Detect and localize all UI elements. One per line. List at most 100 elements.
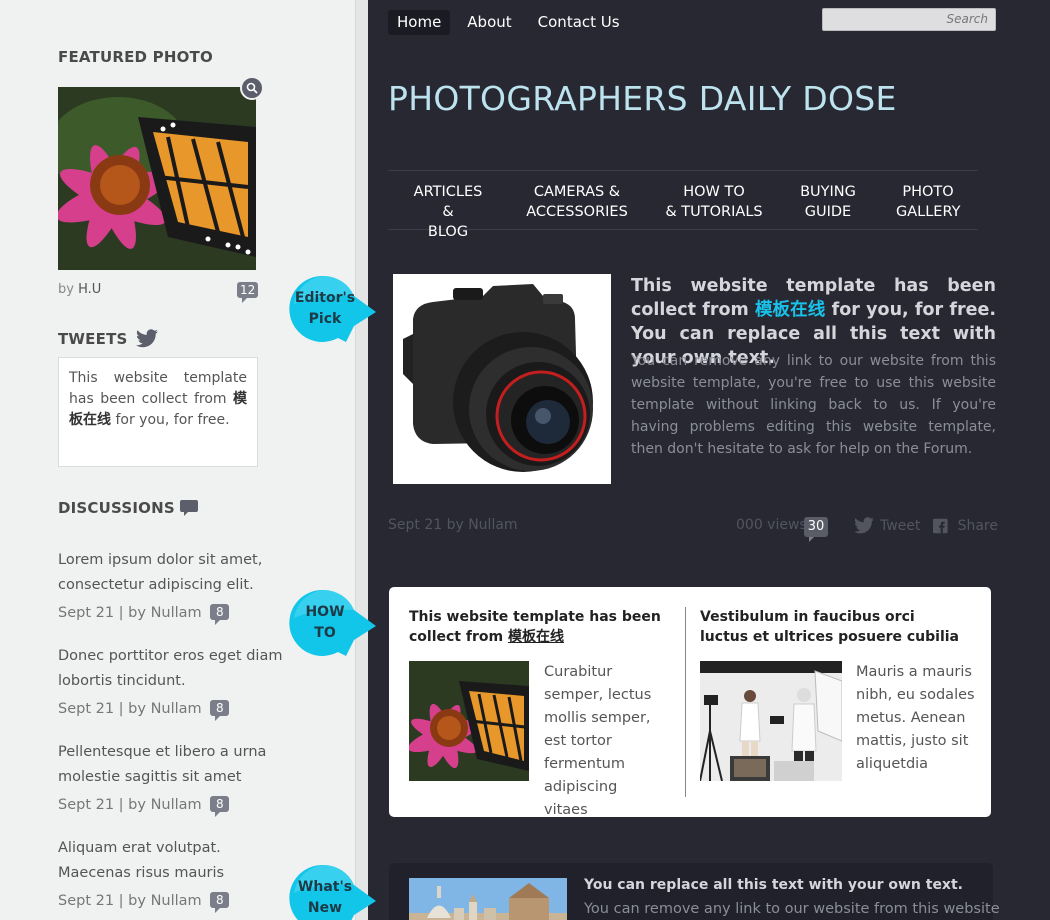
how-to-right-title[interactable]: Vestibulum in faucibus orci luctus et ul… [700,607,962,647]
how-to-section: This website template has been collect f… [389,587,991,818]
how-to-right-text: Mauris a mauris nibh, eu sodales metus. … [856,661,981,776]
discussion-line: Lorem ipsum dolor sit amet, [58,552,263,568]
nav-about[interactable]: About [458,10,520,35]
how-to-left-image[interactable] [409,661,529,781]
featured-photo[interactable] [58,87,256,270]
top-nav: Home About Contact Us [388,10,629,35]
discussion-line: Maecenas risus mauris [58,865,225,881]
comment-count-badge[interactable]: 8 [210,604,230,625]
editors-pick-description: You can remove any link to our website f… [631,353,996,457]
badge-line: TO [314,625,336,641]
text-line: aliquetdia [856,756,929,772]
twitter-bird-icon [854,517,874,534]
views-count: 000 views [736,517,807,533]
how-to-title-link[interactable]: 模板在线 [508,629,564,645]
tweet-text: This website template has been collect f… [69,370,247,407]
how-to-right-image[interactable] [700,661,842,781]
text-line: fermentum [544,756,625,772]
cat-articles-blog[interactable]: ARTICLES & BLOG [408,182,488,242]
featured-photo-heading: FEATURED PHOTO [58,48,213,66]
discussion-date-author: Sept 21 | by Nullam [58,701,202,717]
badge-line: New [307,900,343,916]
discussion-date-author: Sept 21 | by Nullam [58,797,202,813]
comment-count-badge[interactable]: 8 [210,700,230,721]
byline-author[interactable]: H.U [78,282,101,297]
discussion-line: Aliquam erat volutpat. [58,840,221,856]
comment-count-badge[interactable]: 30 [804,517,828,542]
discussion-line: molestie sagittis sit amet [58,769,242,785]
main-content: Home About Contact Us Search PHOTOGRAPHE… [368,0,1050,920]
whats-new-section: You can replace all this text with your … [389,863,1000,920]
cat-label-line: ARTICLES & [413,184,483,220]
how-to-badge: HOW TO [286,588,376,658]
twitter-bird-icon [135,329,158,348]
nav-home[interactable]: Home [388,10,451,35]
tweets-heading-label: TWEETS [58,330,128,348]
cat-label-line: CAMERAS & [533,184,621,200]
comment-count-badge[interactable]: 8 [210,892,230,913]
how-to-left-title[interactable]: This website template has been collect f… [409,607,671,647]
text-line: mollis semper, [544,710,651,726]
zoom-icon[interactable] [240,76,264,100]
badge-line: What's [297,879,353,895]
cat-label-line: GALLERY [896,204,961,220]
cat-label-line: BUYING [800,184,856,200]
cat-label-line: HOW TO [683,184,745,200]
text-line: semper, lectus [544,687,652,703]
whats-new-title[interactable]: You can replace all this text with your … [584,877,963,893]
sidebar: FEATURED PHOTO by H.U 12 TWEETS This web… [0,0,355,920]
discussion-meta: Sept 21 | by Nullam 8 [58,892,230,913]
badge-line: Editor's [294,290,356,306]
cat-buying-guide[interactable]: BUYING GUIDE [798,182,858,222]
cat-label-line: PHOTO [902,184,954,200]
discussion-item[interactable]: Lorem ipsum dolor sit amet, consectetur … [58,548,298,598]
cat-how-to[interactable]: HOW TO & TUTORIALS [664,182,764,222]
share-button[interactable]: Share [933,517,998,535]
pick-title-link[interactable]: 模板在线 [755,300,826,320]
text-line: Curabitur [544,664,613,680]
sidebar-divider [355,0,368,920]
comment-count-badge[interactable]: 12 [237,282,259,303]
discussion-item[interactable]: Pellentesque et libero a urna molestie s… [58,740,298,790]
site-title[interactable]: PHOTOGRAPHERS DAILY DOSE [388,79,897,118]
discussion-line: Donec porttitor eros eget diam [58,648,283,664]
discussion-line: Pellentesque et libero a urna [58,744,267,760]
tweet-button[interactable]: Tweet [853,517,920,535]
discussion-item[interactable]: Donec porttitor eros eget diam lobortis … [58,644,298,694]
how-to-badge-label: HOW TO [286,588,364,658]
cat-photo-gallery[interactable]: PHOTO GALLERY [896,182,960,222]
tweet-text-end: for you, for free. [115,412,230,428]
search-input[interactable]: Search [822,8,996,31]
facebook-icon [933,518,948,534]
whats-new-image[interactable] [409,878,567,920]
discussions-heading: DISCUSSIONS [58,499,199,517]
cat-cameras-accessories[interactable]: CAMERAS & ACCESSORIES [526,182,628,222]
discussion-item[interactable]: Aliquam erat volutpat. Maecenas risus ma… [58,836,298,886]
editors-pick-badge-label: Editor's Pick [286,274,364,344]
nav-contact[interactable]: Contact Us [529,10,629,35]
cat-label-line: GUIDE [804,204,852,220]
text-line: adipiscing vitaes [544,779,618,818]
editors-pick-meta: Sept 21 by Nullam 000 views 30 Tweet Sha… [388,517,998,542]
cat-label-line: ACCESSORIES [526,204,628,220]
whats-new-badge-label: What's New [286,863,364,920]
editors-pick-image[interactable] [393,274,611,484]
discussion-meta: Sept 21 | by Nullam 8 [58,604,230,625]
byline-prefix: by [58,282,74,297]
category-nav: ARTICLES & BLOG CAMERAS & ACCESSORIES HOW … [388,170,978,240]
share-label: Share [957,518,998,534]
text-line: mattis, justo sit [856,733,969,749]
editors-pick-badge: Editor's Pick [286,274,376,344]
discussion-date-author: Sept 21 | by Nullam [58,605,202,621]
text-line: metus. Aenean [856,710,966,726]
discussion-line: consectetur adipiscing elit. [58,577,254,593]
tweet-box: This website template has been collect f… [58,357,258,467]
discussion-line: lobortis tincidunt. [58,673,186,689]
whats-new-description: You can remove any link to our website f… [584,901,1000,917]
badge-line: Pick [308,311,342,327]
tweet-label: Tweet [880,518,921,534]
discussion-date-author: Sept 21 | by Nullam [58,893,202,909]
comment-count-badge[interactable]: 8 [210,796,230,817]
chat-bubble-icon [179,500,198,516]
badge-line: HOW [305,604,345,620]
